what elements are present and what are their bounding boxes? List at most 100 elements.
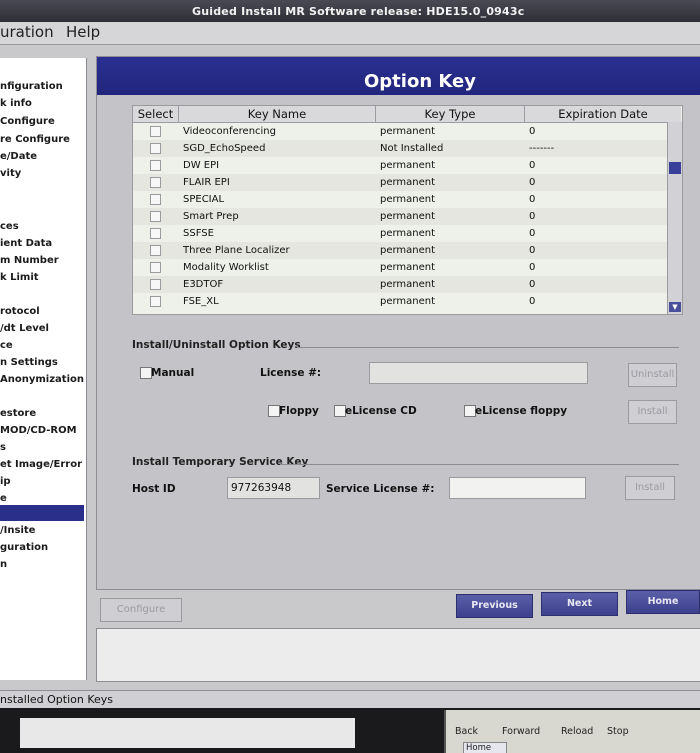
service-license-input[interactable]	[449, 477, 586, 499]
key-name-cell: DW EPI	[183, 160, 220, 171]
select-checkbox[interactable]	[150, 143, 161, 154]
manual-label: Manual	[151, 367, 195, 379]
key-name-cell: SGD_EchoSpeed	[183, 143, 266, 154]
sidebar-item[interactable]: ces	[0, 221, 19, 232]
select-checkbox[interactable]	[150, 245, 161, 256]
back-button[interactable]: Back	[455, 726, 478, 737]
status-bar: nstalled Option Keys	[0, 690, 700, 709]
table-row[interactable]: FSE_XL permanent 0	[133, 293, 667, 310]
key-name-cell: Videoconferencing	[183, 126, 276, 137]
home-tab[interactable]: Home	[463, 742, 507, 753]
expiration-cell: 0	[529, 262, 536, 273]
screen: Guided Install MR Software release: HDE1…	[0, 0, 700, 753]
menu-configuration[interactable]: uration	[0, 23, 54, 41]
expiration-cell: 0	[529, 228, 536, 239]
select-checkbox[interactable]	[150, 279, 161, 290]
reload-button[interactable]: Reload	[561, 726, 593, 737]
option-key-panel: Option Key Select Key Name Key Type Expi…	[96, 56, 700, 590]
sidebar-item[interactable]: m Number	[0, 255, 59, 266]
column-header-select: Select	[133, 106, 179, 123]
sidebar-item[interactable]: guration	[0, 542, 48, 553]
select-checkbox[interactable]	[150, 296, 161, 307]
select-checkbox[interactable]	[150, 211, 161, 222]
license-input[interactable]	[369, 362, 588, 384]
table-row[interactable]: Smart Prep permanent 0	[133, 208, 667, 225]
table-row[interactable]: E3DTOF permanent 0	[133, 276, 667, 293]
sidebar-item[interactable]: k info	[0, 98, 32, 109]
floppy-label: Floppy	[279, 405, 319, 417]
license-label: License #:	[260, 367, 322, 379]
sidebar-item[interactable]: /Insite	[0, 525, 35, 536]
menu-help[interactable]: Help	[66, 23, 100, 41]
table-row[interactable]: FLAIR EPI permanent 0	[133, 174, 667, 191]
stop-button[interactable]: Stop	[607, 726, 629, 737]
window-title: Guided Install MR Software release: HDE1…	[192, 5, 525, 18]
key-name-cell: Three Plane Localizer	[183, 245, 290, 256]
expiration-cell: 0	[529, 126, 536, 137]
table-scroll-thumb[interactable]	[669, 162, 681, 174]
table-vscrollbar[interactable]: ▼	[667, 122, 682, 314]
service-license-label: Service License #:	[326, 483, 435, 495]
page-header: Option Key	[97, 57, 700, 95]
expiration-cell: 0	[529, 211, 536, 222]
sidebar-item[interactable]: /dt Level	[0, 323, 49, 334]
sidebar-item[interactable]: k Limit	[0, 272, 39, 283]
configure-button[interactable]: Configure	[100, 598, 182, 622]
previous-button[interactable]: Previous	[456, 594, 533, 618]
sidebar-item[interactable]: et Image/Error DE	[0, 459, 86, 470]
select-checkbox[interactable]	[150, 194, 161, 205]
install-section-title: Install/Uninstall Option Keys	[132, 339, 301, 351]
host-id-field: 977263948	[227, 477, 320, 499]
scroll-down-arrow-icon[interactable]: ▼	[669, 302, 681, 312]
page-title: Option Key	[364, 71, 476, 92]
table-row[interactable]: Modality Worklist permanent 0	[133, 259, 667, 276]
expiration-cell: 0	[529, 279, 536, 290]
select-checkbox[interactable]	[150, 160, 161, 171]
sidebar-item[interactable]: ip	[0, 476, 11, 487]
table-row[interactable]: SGD_EchoSpeed Not Installed -------	[133, 140, 667, 157]
select-checkbox[interactable]	[150, 228, 161, 239]
uninstall-button[interactable]: Uninstall	[628, 363, 677, 387]
sidebar-item[interactable]: rotocol	[0, 306, 40, 317]
sidebar-item[interactable]: Configure	[0, 116, 55, 127]
table-row[interactable]: SPECIAL permanent 0	[133, 191, 667, 208]
option-key-table: Select Key Name Key Type Expiration Date…	[132, 105, 683, 315]
forward-button[interactable]: Forward	[502, 726, 540, 737]
sidebar-item[interactable]: estore	[0, 408, 36, 419]
temp-install-button[interactable]: Install	[625, 476, 675, 500]
next-button[interactable]: Next	[541, 592, 618, 616]
status-text: nstalled Option Keys	[0, 693, 113, 706]
taskbar-window[interactable]	[20, 718, 355, 748]
expiration-cell: 0	[529, 296, 536, 307]
sidebar-item[interactable]: n	[0, 559, 7, 570]
sidebar-item[interactable]: e/Date	[0, 151, 37, 162]
sidebar-item[interactable]: ce	[0, 340, 13, 351]
table-row[interactable]: Videoconferencing permanent 0	[133, 123, 667, 140]
install-button[interactable]: Install	[628, 400, 677, 424]
key-name-cell: FSE_XL	[183, 296, 219, 307]
key-name-cell: Modality Worklist	[183, 262, 269, 273]
sidebar-item[interactable]: ient Data	[0, 238, 52, 249]
select-checkbox[interactable]	[150, 177, 161, 188]
sidebar-item[interactable]: Anonymization S	[0, 374, 86, 385]
table-row[interactable]: SSFSE permanent 0	[133, 225, 667, 242]
expiration-cell: 0	[529, 160, 536, 171]
home-button[interactable]: Home	[626, 590, 700, 614]
key-type-cell: permanent	[380, 279, 436, 290]
column-header-key-type: Key Type	[376, 106, 525, 123]
sidebar-item[interactable]: s	[0, 442, 6, 453]
select-checkbox[interactable]	[150, 262, 161, 273]
select-checkbox[interactable]	[150, 126, 161, 137]
table-row[interactable]: DW EPI permanent 0	[133, 157, 667, 174]
sidebar-item[interactable]: e	[0, 493, 7, 504]
table-row[interactable]: Three Plane Localizer permanent 0	[133, 242, 667, 259]
menu-bar: uration Help	[0, 22, 700, 45]
sidebar-item[interactable]: re Configure	[0, 134, 70, 145]
expiration-cell: 0	[529, 177, 536, 188]
sidebar-item[interactable]: nfiguration	[0, 81, 63, 92]
sidebar-item[interactable]: vity	[0, 168, 21, 179]
key-type-cell: permanent	[380, 262, 436, 273]
host-id-label: Host ID	[132, 483, 176, 495]
sidebar-item[interactable]: MOD/CD-ROM	[0, 425, 77, 436]
sidebar-item[interactable]: n Settings	[0, 357, 58, 368]
